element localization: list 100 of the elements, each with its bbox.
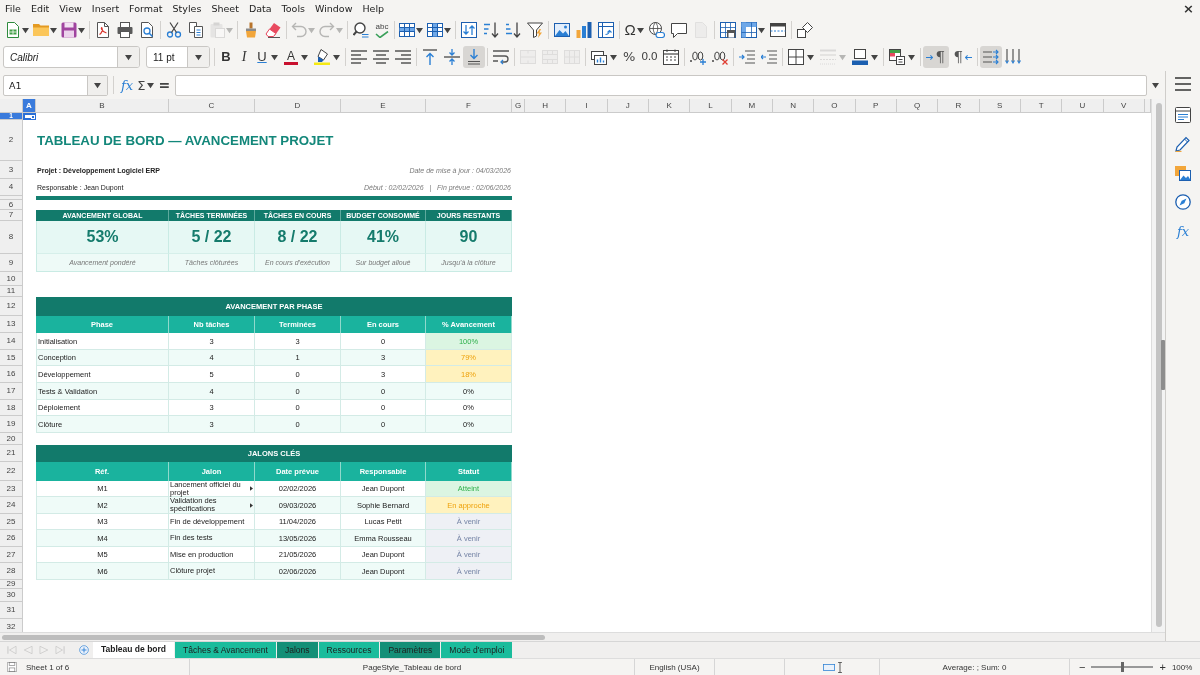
column-header[interactable]: Q (896, 99, 939, 113)
font-size-field[interactable]: 11 pt (146, 46, 210, 68)
sheet-tab[interactable]: Paramètres (380, 642, 442, 658)
column-header[interactable]: U (1062, 99, 1104, 113)
sheet-tab[interactable]: Ressources (318, 642, 381, 658)
bold-button[interactable]: B (217, 46, 235, 68)
spelling-button[interactable]: abc (372, 19, 392, 41)
column-header[interactable]: N (772, 99, 815, 113)
menu-item[interactable]: Edit (25, 1, 55, 16)
row-header[interactable]: 20 (0, 433, 23, 445)
column-header[interactable]: F (426, 99, 512, 113)
name-box-field[interactable]: A1 (3, 74, 108, 96)
find-replace-button[interactable] (350, 19, 372, 41)
underline-button[interactable]: U (253, 46, 281, 68)
sort-button[interactable] (458, 19, 480, 41)
row-header[interactable]: 12 (0, 297, 23, 316)
special-character-button[interactable]: Ω (622, 19, 646, 41)
menu-item[interactable]: Insert (86, 1, 125, 16)
column-header[interactable]: D (255, 99, 341, 113)
number-format-button[interactable]: 0.0 (638, 46, 661, 68)
freeze-button[interactable] (739, 19, 767, 41)
column-header[interactable]: T (1020, 99, 1063, 113)
row-header[interactable]: 18 (0, 400, 23, 416)
percent-button[interactable]: % (620, 46, 639, 68)
row-header[interactable]: 28 (0, 563, 23, 580)
row-header[interactable]: 25 (0, 514, 23, 530)
function-wizard-button[interactable]: fx (119, 75, 136, 95)
highlight-button[interactable] (311, 46, 343, 68)
row-header[interactable]: 30 (0, 589, 23, 602)
menu-item[interactable]: Styles (167, 1, 207, 16)
functions-button[interactable]: fx (1171, 220, 1195, 242)
pivot-table-button[interactable] (595, 19, 617, 41)
align-bottom-button[interactable] (463, 46, 485, 68)
menu-item[interactable]: File (0, 1, 26, 16)
row-header[interactable]: 7 (0, 210, 23, 221)
sheet-tab[interactable]: Tableau de bord (93, 642, 176, 658)
column-header[interactable]: I (566, 99, 608, 113)
horizontal-scrollbar[interactable] (0, 632, 1165, 641)
row-header[interactable]: 21 (0, 445, 23, 462)
print-range-button[interactable] (717, 19, 739, 41)
column-header[interactable]: S (979, 99, 1021, 113)
column-header[interactable]: L (690, 99, 732, 113)
column-header[interactable]: A (23, 99, 36, 113)
formula-input-field[interactable] (175, 74, 1148, 96)
scrollbar-thumb[interactable] (1156, 103, 1162, 627)
menu-item[interactable]: Sheet (206, 1, 244, 16)
column-header[interactable]: V (1103, 99, 1145, 113)
zoom-in-button[interactable]: + (1158, 661, 1167, 673)
menu-item[interactable]: Help (357, 1, 390, 16)
row-header[interactable]: 22 (0, 462, 23, 481)
row-header[interactable]: 8 (0, 221, 23, 254)
column-header[interactable]: E (341, 99, 426, 113)
row-header[interactable]: 19 (0, 416, 23, 433)
row-header[interactable]: 2 (0, 120, 23, 161)
column-header[interactable]: B (36, 99, 169, 113)
column-header[interactable]: G (512, 99, 525, 113)
row-header[interactable]: 10 (0, 272, 23, 286)
close-button[interactable]: × (1181, 1, 1196, 16)
autofilter-button[interactable] (524, 19, 546, 41)
row-header[interactable]: 27 (0, 547, 23, 563)
draw-functions-button[interactable] (794, 19, 816, 41)
column-header[interactable]: C (169, 99, 255, 113)
row-header[interactable]: 17 (0, 383, 23, 400)
row-header[interactable]: 11 (0, 286, 23, 297)
column-header[interactable]: H (525, 99, 567, 113)
sheet-tab[interactable]: Mode d'emploi (441, 642, 514, 658)
row-header[interactable]: 23 (0, 481, 23, 497)
italic-button[interactable]: I (235, 46, 253, 68)
row-header[interactable]: 14 (0, 333, 23, 350)
sheet-tab[interactable]: Jalons (276, 642, 319, 658)
right-to-left-button[interactable]: ¶ (949, 46, 976, 68)
row-header[interactable]: 9 (0, 254, 23, 272)
scrollbar-thumb[interactable] (2, 634, 545, 640)
column-header[interactable]: R (938, 99, 980, 113)
slider-thumb[interactable] (1121, 662, 1125, 672)
row-header[interactable]: 15 (0, 350, 23, 366)
fill-handle[interactable] (31, 115, 35, 119)
menu-item[interactable]: View (54, 1, 87, 16)
zoom-out-button[interactable]: − (1078, 661, 1087, 673)
row-header[interactable]: 4 (0, 179, 23, 196)
row-header[interactable]: 26 (0, 530, 23, 547)
row-header[interactable]: 16 (0, 366, 23, 383)
row-header[interactable]: 13 (0, 316, 23, 333)
column-header[interactable]: M (731, 99, 773, 113)
text-flow-button[interactable] (980, 46, 1003, 68)
sheet-tab[interactable]: Tâches & Avancement (175, 642, 277, 658)
menu-item[interactable]: Tools (276, 1, 310, 16)
row-header[interactable]: 3 (0, 161, 23, 179)
font-color-button[interactable]: A (281, 46, 311, 68)
sidebar-collapse-handle[interactable] (1161, 340, 1165, 390)
vertical-scrollbar[interactable] (1151, 99, 1165, 632)
menu-item[interactable]: Data (243, 1, 277, 16)
row-header[interactable]: 6 (0, 200, 23, 210)
font-name-field[interactable]: Calibri (3, 46, 140, 68)
menu-item[interactable]: Format (124, 1, 168, 16)
formula-button[interactable]: = (156, 75, 173, 95)
row-header[interactable]: 32 (0, 619, 23, 632)
hyperlink-button[interactable] (646, 19, 668, 41)
column-header[interactable]: O (814, 99, 856, 113)
row-header[interactable]: 24 (0, 497, 23, 514)
